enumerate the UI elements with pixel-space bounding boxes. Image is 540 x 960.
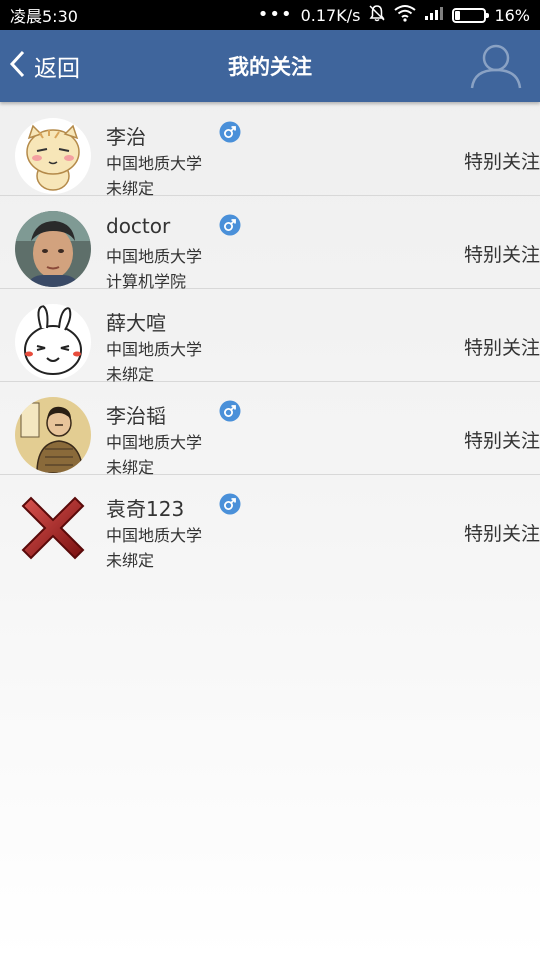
signal-icon bbox=[424, 5, 444, 25]
page-title: 我的关注 bbox=[228, 55, 312, 79]
more-dots: ••• bbox=[257, 4, 293, 25]
avatar[interactable] bbox=[15, 397, 91, 473]
user-status: 未绑定 bbox=[106, 551, 155, 570]
status-bar: 凌晨5:30 ••• 0.17K/s 16% bbox=[0, 0, 540, 30]
male-icon bbox=[219, 400, 241, 422]
battery-icon bbox=[452, 7, 490, 23]
user-name: 薛大喧 bbox=[106, 311, 166, 335]
user-school: 中国地质大学 bbox=[106, 340, 203, 359]
male-icon bbox=[219, 121, 241, 143]
special-follow-button[interactable]: 特别关注 bbox=[464, 519, 540, 546]
user-school: 中国地质大学 bbox=[106, 247, 203, 266]
profile-button[interactable] bbox=[468, 42, 524, 90]
avatar[interactable] bbox=[15, 304, 91, 380]
user-icon bbox=[468, 44, 524, 94]
chevron-left-icon bbox=[8, 49, 28, 83]
status-time: 凌晨5:30 bbox=[10, 7, 78, 26]
list-item[interactable]: 李治韬 中国地质大学 未绑定 特别关注 bbox=[0, 382, 540, 477]
user-name: 李治 bbox=[106, 125, 146, 149]
back-button[interactable]: 返回 bbox=[8, 30, 80, 102]
avatar[interactable] bbox=[15, 211, 91, 287]
special-follow-button[interactable]: 特别关注 bbox=[464, 240, 540, 267]
special-follow-button[interactable]: 特别关注 bbox=[464, 426, 540, 453]
list-item[interactable]: 李治 中国地质大学 未绑定 特别关注 bbox=[0, 103, 540, 198]
user-school: 中国地质大学 bbox=[106, 526, 203, 545]
user-name: doctor bbox=[106, 214, 171, 238]
user-name: 李治韬 bbox=[106, 404, 166, 428]
male-icon bbox=[219, 214, 241, 236]
status-indicators: ••• 0.17K/s 16% bbox=[258, 4, 530, 26]
special-follow-button[interactable]: 特别关注 bbox=[464, 333, 540, 360]
mute-bell-icon bbox=[368, 4, 386, 26]
list-item[interactable]: doctor 中国地质大学 计算机学院 特别关注 bbox=[0, 196, 540, 291]
user-name: 袁奇123 bbox=[106, 497, 185, 521]
list-item[interactable]: 薛大喧 中国地质大学 未绑定 特别关注 bbox=[0, 289, 540, 384]
male-icon bbox=[219, 493, 241, 515]
wifi-icon bbox=[394, 4, 417, 26]
back-label: 返回 bbox=[34, 56, 80, 82]
special-follow-button[interactable]: 特别关注 bbox=[464, 147, 540, 174]
avatar[interactable] bbox=[15, 118, 91, 194]
net-speed: 0.17K/s bbox=[300, 5, 361, 25]
list-item[interactable]: 袁奇123 中国地质大学 未绑定 特别关注 bbox=[0, 475, 540, 570]
user-school: 中国地质大学 bbox=[106, 433, 203, 452]
avatar-x-icon[interactable] bbox=[15, 490, 91, 566]
follow-list: 李治 中国地质大学 未绑定 特别关注 doctor 中国地质大学 计算机学院 特… bbox=[0, 103, 540, 570]
app-header: 返回 我的关注 bbox=[0, 30, 540, 102]
battery-level bbox=[455, 10, 460, 20]
user-school: 中国地质大学 bbox=[106, 154, 203, 173]
battery-percent: 16% bbox=[494, 5, 530, 25]
